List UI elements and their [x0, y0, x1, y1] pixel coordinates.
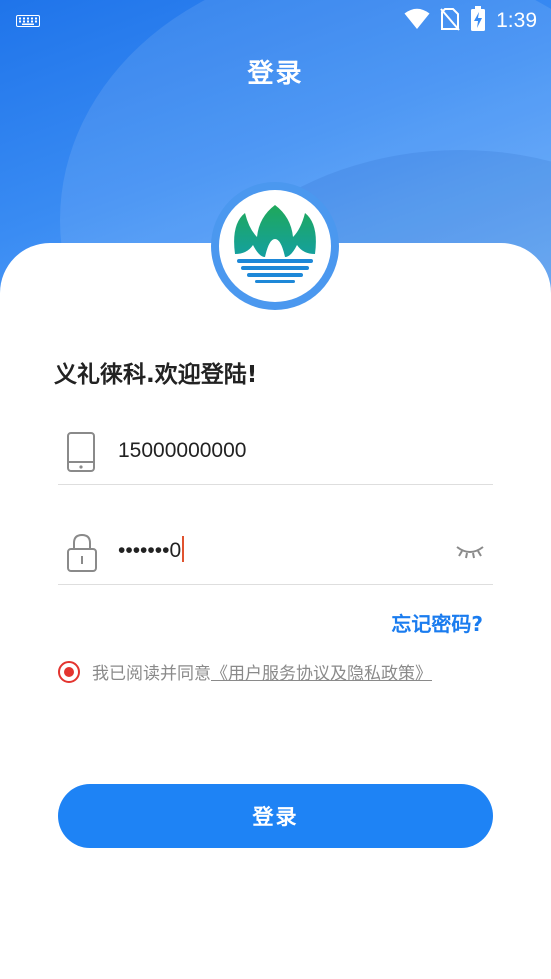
status-bar: 1:39: [0, 0, 551, 38]
password-field[interactable]: •••••••0: [58, 525, 493, 585]
agreement-row: 我已阅读并同意 《用户服务协议及隐私政策》: [58, 659, 432, 684]
agreement-radio[interactable]: [58, 660, 80, 683]
eye-closed-icon[interactable]: [455, 543, 485, 565]
keyboard-icon: [16, 12, 40, 31]
agreement-text: 我已阅读并同意: [92, 664, 211, 684]
page-title: 登录: [247, 59, 304, 89]
radio-dot: [64, 666, 74, 677]
agreement-link[interactable]: 《用户服务协议及隐私政策》: [211, 659, 432, 684]
welcome-heading: 义礼徕科.欢迎登陆!: [54, 362, 258, 388]
phone-field[interactable]: 15000000000: [58, 425, 493, 485]
lock-icon: [66, 531, 98, 577]
phone-icon: [66, 431, 96, 477]
login-button[interactable]: 登录: [58, 784, 493, 848]
forgot-password-link[interactable]: 忘记密码?: [391, 608, 483, 637]
text-caret: [182, 536, 185, 563]
password-value: •••••••0: [118, 539, 182, 562]
wifi-icon: [404, 8, 430, 34]
password-input[interactable]: •••••••0: [118, 536, 185, 563]
phone-input[interactable]: 15000000000: [118, 439, 246, 463]
battery-charging-icon: [470, 6, 486, 36]
app-logo: [211, 182, 339, 310]
status-time: 1:39: [496, 9, 537, 32]
logo-icon: [225, 199, 325, 293]
no-sim-icon: [440, 7, 460, 35]
